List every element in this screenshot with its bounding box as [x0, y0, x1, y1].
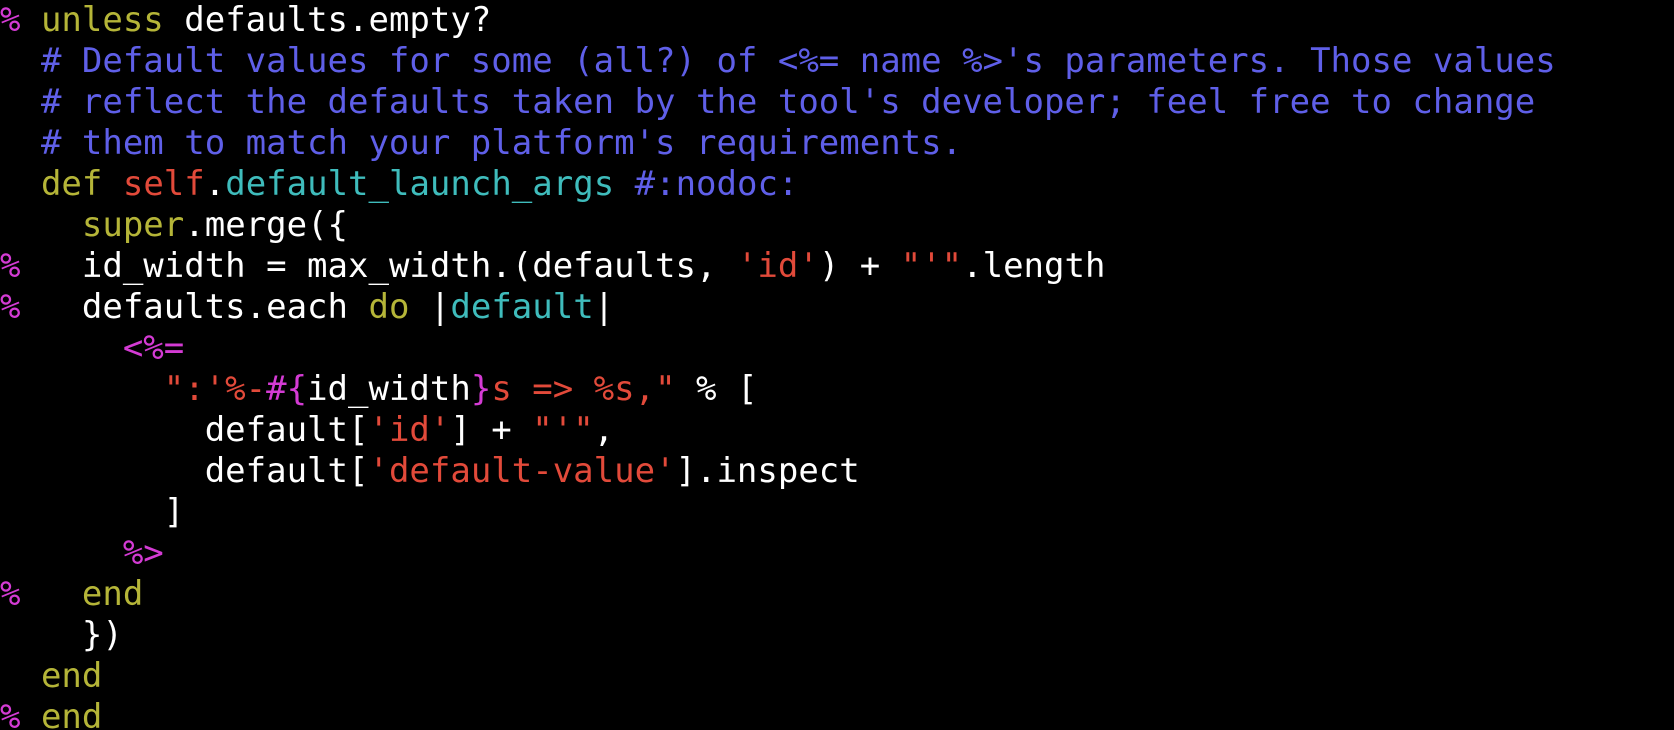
- code-token: default[: [0, 410, 369, 450]
- code-token: 'id': [368, 410, 451, 450]
- code-token: %: [0, 697, 41, 730]
- code-token: def: [40, 164, 103, 204]
- code-token: end: [40, 656, 103, 696]
- code-token: ] +: [450, 410, 533, 450]
- code-token: defaults.each: [20, 287, 369, 327]
- code-line: # them to match your platform's requirem…: [0, 123, 1674, 164]
- code-token: %: [0, 287, 21, 327]
- code-line: ]: [0, 492, 1674, 533]
- code-token: ,: [593, 410, 615, 450]
- code-line: %>: [0, 533, 1674, 574]
- code-token: %: [0, 0, 41, 40]
- code-token: s => %s,": [491, 369, 676, 409]
- code-token: %: [0, 574, 21, 614]
- code-token: id_width = max_width.(defaults,: [20, 246, 737, 286]
- code-editor[interactable]: % unless defaults.empty? # Default value…: [0, 0, 1674, 730]
- code-token: "'": [900, 246, 963, 286]
- code-token: |: [409, 287, 451, 327]
- code-token: # reflect the defaults taken by the tool…: [0, 82, 1536, 122]
- code-token: end: [81, 574, 144, 614]
- code-line: default['default-value'].inspect: [0, 451, 1674, 492]
- code-line: ":'%-#{id_width}s => %s," % [: [0, 369, 1674, 410]
- code-token: .merge({: [184, 205, 349, 245]
- code-line: <%=: [0, 328, 1674, 369]
- code-token: |: [593, 287, 615, 327]
- code-line: # Default values for some (all?) of <%= …: [0, 41, 1674, 82]
- code-token: # them to match your platform's requirem…: [0, 123, 963, 163]
- code-line: }): [0, 615, 1674, 656]
- code-token: 'default-value': [368, 451, 676, 491]
- code-token: default[: [0, 451, 369, 491]
- code-token: self: [122, 164, 205, 204]
- code-token: ) +: [818, 246, 901, 286]
- code-token: .: [204, 164, 226, 204]
- code-token: 'id': [736, 246, 819, 286]
- code-token: end: [40, 697, 103, 730]
- code-token: unless: [40, 0, 164, 40]
- code-token: ].inspect: [675, 451, 860, 491]
- code-token: do: [368, 287, 410, 327]
- code-line: % end: [0, 697, 1674, 730]
- code-line: % defaults.each do |default|: [0, 287, 1674, 328]
- code-token: %>: [122, 533, 164, 573]
- code-token: % [: [675, 369, 758, 409]
- code-token: .length: [962, 246, 1106, 286]
- code-token: default_launch_args: [225, 164, 615, 204]
- code-token: "'": [532, 410, 594, 450]
- code-token: }): [0, 615, 123, 655]
- code-token: default: [450, 287, 594, 327]
- code-token: #{: [266, 369, 308, 409]
- code-token: defaults.empty?: [163, 0, 492, 40]
- code-token: %: [0, 246, 21, 286]
- code-line: default['id'] + "'",: [0, 410, 1674, 451]
- code-line: # reflect the defaults taken by the tool…: [0, 82, 1674, 123]
- code-token: ":'%-: [163, 369, 267, 409]
- code-line: % end: [0, 574, 1674, 615]
- code-line: % id_width = max_width.(defaults, 'id') …: [0, 246, 1674, 287]
- code-line: super.merge({: [0, 205, 1674, 246]
- code-token: super: [81, 205, 185, 245]
- code-line: def self.default_launch_args #:nodoc:: [0, 164, 1674, 205]
- code-token: # Default values for some (all?) of <%= …: [0, 41, 1556, 81]
- code-line: % unless defaults.empty?: [0, 0, 1674, 41]
- code-token: }: [470, 369, 492, 409]
- code-token: ]: [0, 492, 185, 532]
- code-line: end: [0, 656, 1674, 697]
- code-token: id_width: [307, 369, 471, 409]
- code-token: <%=: [122, 328, 185, 368]
- code-token: #:nodoc:: [614, 164, 799, 204]
